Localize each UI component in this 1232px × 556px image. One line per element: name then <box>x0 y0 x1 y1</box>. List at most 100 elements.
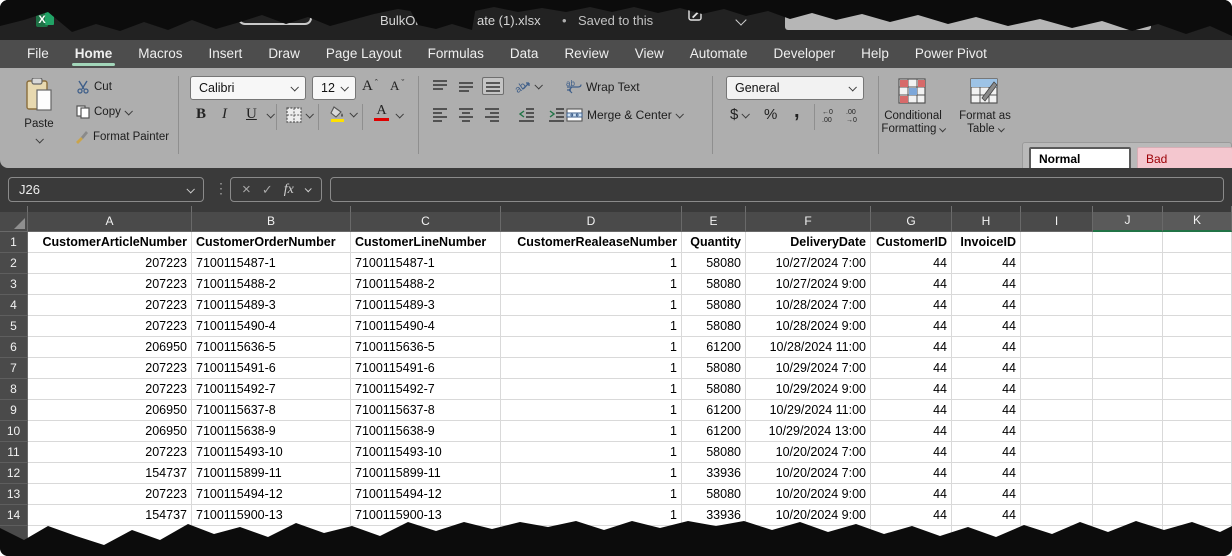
cell[interactable]: 207223 <box>28 253 192 274</box>
column-header-j[interactable]: J <box>1093 212 1163 232</box>
cell[interactable]: 1 <box>501 253 682 274</box>
cell[interactable]: 10/28/2024 9:00 <box>746 316 871 337</box>
cell[interactable] <box>1163 274 1232 295</box>
cell[interactable] <box>952 526 1021 547</box>
font-color-chevron-icon[interactable] <box>395 110 403 118</box>
row-header[interactable] <box>0 526 28 547</box>
cell[interactable]: 44 <box>952 295 1021 316</box>
cell[interactable]: 7100115494-12 <box>192 484 351 505</box>
cell[interactable]: CustomerRealeaseNumber <box>501 232 682 253</box>
row-header[interactable]: 5 <box>0 316 28 337</box>
cell[interactable]: 7100115492-7 <box>192 379 351 400</box>
cell[interactable] <box>1163 295 1232 316</box>
cell[interactable]: 1 <box>501 295 682 316</box>
column-header-i[interactable]: I <box>1021 212 1093 232</box>
italic-button[interactable]: I <box>222 106 227 123</box>
cell[interactable]: 7100115491-6 <box>192 358 351 379</box>
cell[interactable]: 58080 <box>682 484 746 505</box>
cell[interactable]: 33936 <box>682 505 746 526</box>
cell[interactable]: CustomerOrderNumber <box>192 232 351 253</box>
cell[interactable] <box>1021 253 1093 274</box>
increase-decimal-button[interactable]: ←0.00 <box>822 106 840 122</box>
quick-access-icon[interactable] <box>122 16 127 21</box>
cell[interactable]: 44 <box>871 379 952 400</box>
row-header[interactable]: 8 <box>0 379 28 400</box>
cell[interactable]: 1 <box>501 358 682 379</box>
cell[interactable] <box>746 547 871 556</box>
insert-function-button[interactable]: fx <box>284 182 294 198</box>
cell[interactable]: CustomerLineNumber <box>351 232 501 253</box>
cell[interactable]: 44 <box>871 463 952 484</box>
ribbon-tab-macros[interactable]: Macros <box>125 40 195 68</box>
cell[interactable]: 7100115492-7 <box>351 379 501 400</box>
cell[interactable]: 44 <box>871 400 952 421</box>
cell[interactable]: 44 <box>952 253 1021 274</box>
font-color-button[interactable]: A <box>374 104 389 121</box>
cell[interactable] <box>871 526 952 547</box>
cell[interactable] <box>1093 421 1163 442</box>
cell[interactable]: 58080 <box>682 316 746 337</box>
cell[interactable]: InvoiceID <box>952 232 1021 253</box>
cell[interactable]: 58080 <box>682 253 746 274</box>
cell[interactable]: 44 <box>952 358 1021 379</box>
cell[interactable]: 7100115899-11 <box>351 463 501 484</box>
align-right-button[interactable] <box>484 108 500 122</box>
cell[interactable] <box>351 547 501 556</box>
cell[interactable]: 206950 <box>28 337 192 358</box>
cell[interactable]: 44 <box>952 316 1021 337</box>
grow-font-button[interactable]: Aˆ <box>362 78 378 95</box>
cell[interactable]: 1 <box>501 463 682 484</box>
cell[interactable] <box>1093 526 1163 547</box>
cell[interactable] <box>1163 526 1232 547</box>
column-header-k[interactable]: K <box>1163 212 1232 232</box>
cell[interactable] <box>1093 295 1163 316</box>
cell[interactable]: 44 <box>871 358 952 379</box>
wrap-text-button[interactable]: ab Wrap Text <box>566 79 640 94</box>
cell[interactable]: 7100115488-2 <box>192 274 351 295</box>
cell[interactable]: 7100115638-9 <box>351 421 501 442</box>
cell[interactable] <box>1021 442 1093 463</box>
cell[interactable]: 10/27/2024 7:00 <box>746 253 871 274</box>
row-header[interactable]: 1 <box>0 232 28 253</box>
increase-indent-button[interactable] <box>548 108 565 122</box>
conditional-formatting-label[interactable]: Conditional Formatting <box>881 110 944 136</box>
format-painter-button[interactable]: Format Painter <box>74 130 169 144</box>
cell[interactable]: 207223 <box>28 379 192 400</box>
cell[interactable]: 7100115490-4 <box>192 316 351 337</box>
column-header-b[interactable]: B <box>192 212 351 232</box>
cell[interactable]: 44 <box>871 295 952 316</box>
cell[interactable]: 207223 <box>28 274 192 295</box>
decrease-decimal-button[interactable]: .00→0 <box>846 106 864 122</box>
cell[interactable]: 7100115636-5 <box>192 337 351 358</box>
cell[interactable] <box>1093 442 1163 463</box>
cell[interactable] <box>871 547 952 556</box>
cell[interactable] <box>501 547 682 556</box>
cell[interactable]: 44 <box>871 505 952 526</box>
cell[interactable]: 10/28/2024 7:00 <box>746 295 871 316</box>
cell[interactable] <box>1093 358 1163 379</box>
cell[interactable]: 154737 <box>28 463 192 484</box>
cell[interactable]: 1 <box>501 379 682 400</box>
formula-bar-handle[interactable]: ⋮ <box>214 180 228 197</box>
cell[interactable] <box>1093 463 1163 484</box>
cell[interactable]: 1 <box>501 337 682 358</box>
ribbon-tab-draw[interactable]: Draw <box>255 40 313 68</box>
cell[interactable] <box>1093 253 1163 274</box>
cell[interactable]: 10/20/2024 9:00 <box>746 484 871 505</box>
cell[interactable] <box>501 526 682 547</box>
cell[interactable] <box>1163 253 1232 274</box>
cell[interactable] <box>1093 505 1163 526</box>
cell[interactable] <box>1163 421 1232 442</box>
cell[interactable]: 44 <box>871 274 952 295</box>
cell[interactable]: 10/20/2024 7:00 <box>746 463 871 484</box>
cell[interactable]: 10/27/2024 9:00 <box>746 274 871 295</box>
cell[interactable] <box>1021 547 1093 556</box>
ribbon-tab-formulas[interactable]: Formulas <box>415 40 497 68</box>
cell[interactable]: 7100115491-6 <box>351 358 501 379</box>
cell[interactable] <box>351 526 501 547</box>
cell[interactable]: 207223 <box>28 484 192 505</box>
column-header-g[interactable]: G <box>871 212 952 232</box>
cell[interactable] <box>1021 526 1093 547</box>
cell[interactable] <box>1021 358 1093 379</box>
cell[interactable]: 7100115900-13 <box>192 505 351 526</box>
